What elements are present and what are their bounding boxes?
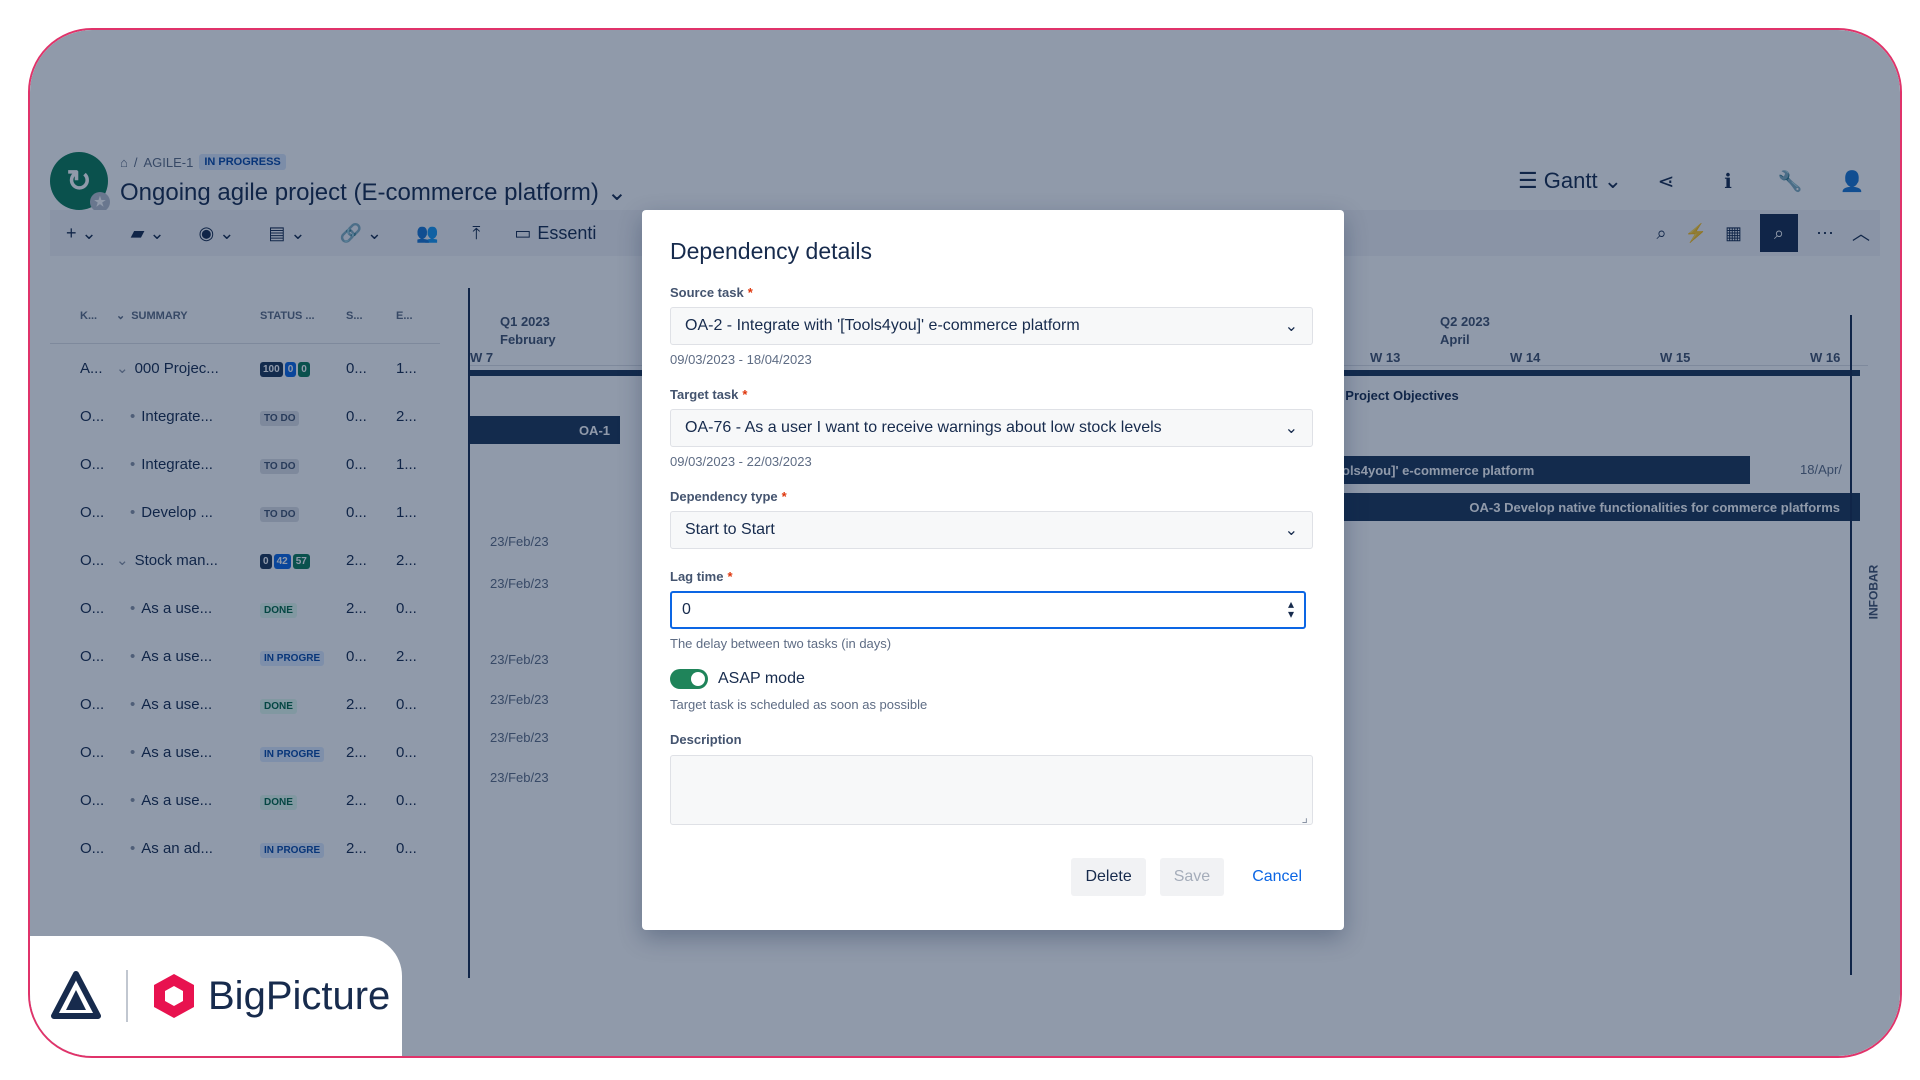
cancel-button[interactable]: Cancel	[1238, 858, 1316, 896]
bigpicture-logo: BigPicture	[150, 972, 390, 1020]
brand-badge: BigPicture	[30, 936, 402, 1056]
spinner-icon[interactable]: ▴ ▾	[1288, 598, 1294, 620]
source-task-select[interactable]: OA-2 - Integrate with '[Tools4you]' e-co…	[670, 307, 1313, 345]
dependency-type-value: Start to Start	[685, 521, 775, 538]
source-task-dates: 09/03/2023 - 18/04/2023	[670, 352, 812, 367]
dependency-dialog: Dependency details Source task * OA-2 - I…	[642, 210, 1344, 930]
lag-time-value: 0	[682, 601, 691, 618]
description-textarea[interactable]	[670, 755, 1313, 826]
field-label: Dependency type *	[670, 489, 1316, 504]
field-label: Target task *	[670, 387, 1316, 402]
chevron-down-icon: ⌄	[1284, 522, 1298, 539]
save-button[interactable]: Save	[1159, 858, 1225, 896]
screenshot-frame: ↻ ★ ⌂ / AGILE-1 IN PROGRESS Ongoing agile…	[28, 28, 1902, 1058]
logo-divider	[126, 970, 128, 1022]
required-marker: *	[727, 569, 733, 584]
asap-label: ASAP mode	[718, 670, 805, 687]
dependency-type-select[interactable]: Start to Start ⌄	[670, 511, 1313, 549]
description-label: Description	[670, 732, 742, 747]
dependency-type-label: Dependency type	[670, 489, 778, 504]
target-task-label: Target task	[670, 387, 739, 402]
required-marker: *	[781, 489, 787, 504]
field-label: Source task *	[670, 285, 1316, 300]
asap-toggle[interactable]	[670, 669, 708, 689]
hexagon-logo-icon	[154, 974, 194, 1018]
brand-name: BigPicture	[208, 973, 391, 1018]
lag-time-help: The delay between two tasks (in days)	[670, 636, 892, 651]
required-marker: *	[747, 285, 753, 300]
required-marker: *	[742, 387, 748, 402]
asap-row: ASAP mode	[670, 669, 1316, 689]
dialog-actions: Delete Save Cancel	[1071, 858, 1316, 896]
lag-time-input[interactable]: 0 ▴ ▾	[670, 591, 1306, 629]
chevron-down-icon: ⌄	[1284, 420, 1298, 437]
chevron-down-icon: ⌄	[1284, 318, 1298, 335]
target-task-select[interactable]: OA-76 - As a user I want to receive warn…	[670, 409, 1313, 447]
asap-help: Target task is scheduled as soon as poss…	[670, 697, 928, 712]
source-task-value: OA-2 - Integrate with '[Tools4you]' e-co…	[685, 317, 1080, 334]
target-task-value: OA-76 - As a user I want to receive warn…	[685, 419, 1162, 436]
delete-button[interactable]: Delete	[1071, 858, 1146, 896]
lag-time-label: Lag time	[670, 569, 724, 584]
dialog-title: Dependency details	[670, 238, 873, 264]
field-label: Lag time *	[670, 569, 1316, 584]
app-window: ↻ ★ ⌂ / AGILE-1 IN PROGRESS Ongoing agile…	[30, 30, 1900, 1056]
source-task-label: Source task	[670, 285, 744, 300]
appfire-logo-icon	[51, 971, 101, 1019]
target-task-dates: 09/03/2023 - 22/03/2023	[670, 454, 812, 469]
